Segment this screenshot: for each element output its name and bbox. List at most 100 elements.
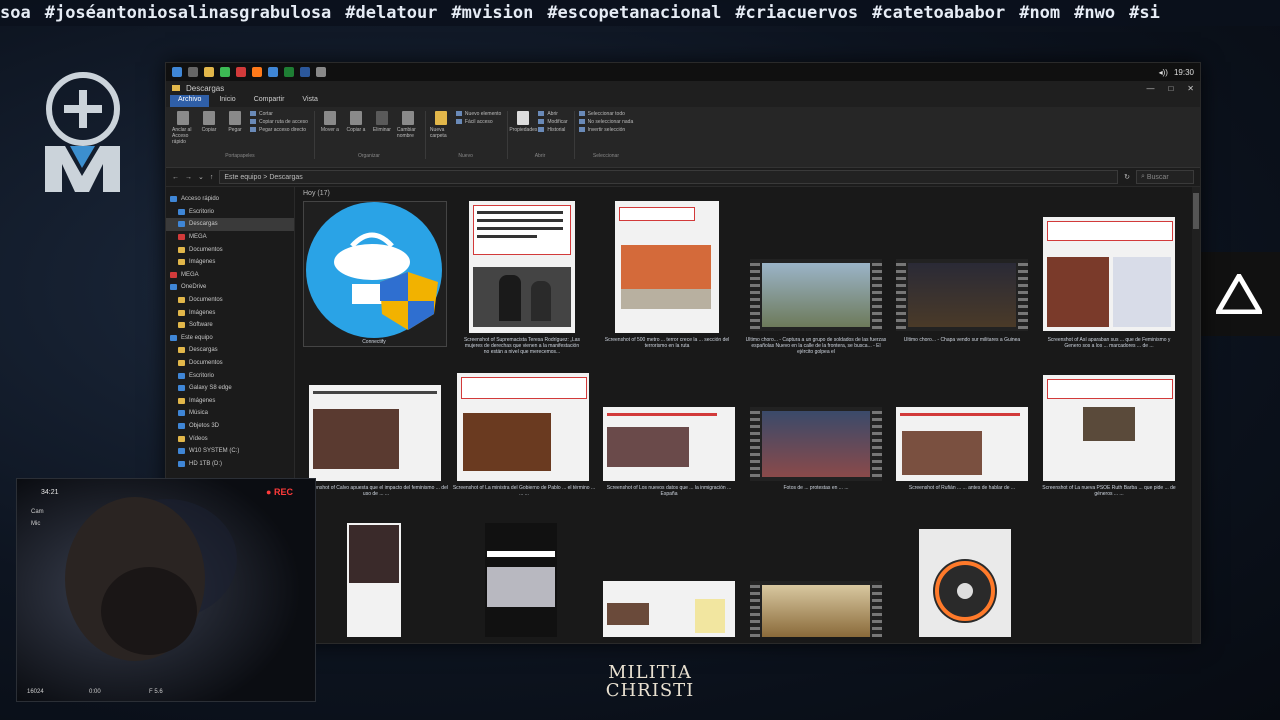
clipboard-group: Anclar al Acceso rápido Copiar Pegar Cor… — [172, 111, 315, 159]
nav-item[interactable]: Galaxy S8 edge — [166, 382, 294, 395]
nav-item[interactable]: Documentos — [166, 294, 294, 307]
select-all-button[interactable]: Seleccionar todo — [579, 111, 634, 117]
select-label: Seleccionar — [592, 153, 619, 159]
file-thumbnail[interactable] — [896, 407, 1028, 481]
easy-access-button[interactable]: Fácil acceso — [456, 119, 501, 125]
select-none-button[interactable]: No seleccionar nada — [579, 119, 634, 125]
nav-item[interactable]: Música — [166, 407, 294, 420]
refresh-icon[interactable]: ↻ — [1124, 173, 1130, 181]
new-item-button[interactable]: Nuevo elemento — [456, 111, 501, 117]
nav-item[interactable]: Vídeos — [166, 432, 294, 445]
back-icon[interactable]: ← — [172, 174, 179, 181]
file-thumbnail[interactable] — [1043, 375, 1175, 481]
copy-to-button[interactable]: Copiar a — [345, 111, 367, 139]
tab-inicio[interactable]: Inicio — [211, 95, 243, 107]
history-button[interactable]: Historial — [538, 127, 567, 133]
file-caption: Screenshot of 500 metro ... terror crece… — [604, 337, 730, 349]
nav-item[interactable]: Imágenes — [166, 256, 294, 269]
brave-icon[interactable] — [252, 67, 262, 77]
file-thumbnail[interactable] — [303, 201, 447, 347]
vertical-scrollbar[interactable] — [1192, 187, 1200, 643]
nav-item[interactable]: Este equipo — [166, 332, 294, 345]
browser-icon[interactable] — [236, 67, 246, 77]
nav-item[interactable]: Descargas — [166, 218, 294, 231]
open-button[interactable]: Abrir — [538, 111, 567, 117]
nav-item[interactable]: Imágenes — [166, 306, 294, 319]
edit-button[interactable]: Modificar — [538, 119, 567, 125]
search-input[interactable]: ⌕ Buscar — [1136, 170, 1194, 184]
up-icon[interactable]: ↑ — [210, 174, 214, 181]
explorer-taskbar-icon[interactable] — [204, 67, 214, 77]
paste-shortcut-button[interactable]: Pegar acceso directo — [250, 127, 308, 133]
nav-item[interactable]: W10 SYSTEM (C:) — [166, 445, 294, 458]
drive-icon — [178, 385, 185, 392]
folder-icon — [178, 246, 185, 253]
hashtag: #nwo — [1074, 3, 1116, 23]
nav-item[interactable]: MEGA — [166, 269, 294, 282]
nav-item[interactable]: OneDrive — [166, 281, 294, 294]
nav-item[interactable]: HD 1TB (D:) — [166, 457, 294, 470]
audio-file-icon[interactable] — [919, 529, 1011, 637]
cut-button[interactable]: Cortar — [250, 111, 308, 117]
file-thumbnail[interactable] — [469, 201, 575, 333]
video-thumbnail[interactable] — [896, 259, 1028, 331]
cam-option: Cam — [31, 509, 44, 515]
nav-item[interactable]: Acceso rápido — [166, 193, 294, 206]
file-thumbnail[interactable] — [603, 407, 735, 481]
delete-icon — [375, 111, 388, 125]
nav-item[interactable]: Objetos 3D — [166, 420, 294, 433]
invert-selection-button[interactable]: Invertir selección — [579, 127, 634, 133]
video-thumbnail[interactable] — [750, 581, 882, 637]
new-folder-button[interactable]: Nueva carpeta — [430, 111, 452, 139]
nav-item[interactable]: Documentos — [166, 357, 294, 370]
app-icon[interactable] — [316, 67, 326, 77]
app-icon[interactable] — [268, 67, 278, 77]
move-to-button[interactable]: Mover a — [319, 111, 341, 139]
start-icon[interactable] — [172, 67, 182, 77]
chevron-down-icon[interactable]: ⌄ — [198, 173, 204, 181]
file-thumbnail[interactable] — [309, 385, 441, 481]
properties-icon — [517, 111, 530, 125]
speaker-icon[interactable]: ◂)) — [1159, 68, 1168, 77]
app-icon[interactable] — [220, 67, 230, 77]
maximize-icon[interactable]: □ — [1168, 84, 1173, 93]
pin-button[interactable]: Anclar al Acceso rápido — [172, 111, 194, 145]
file-thumbnail[interactable] — [1043, 217, 1175, 331]
nav-item[interactable]: Escritorio — [166, 206, 294, 219]
nav-item[interactable]: MEGA — [166, 231, 294, 244]
copy-path-button[interactable]: Copiar ruta de acceso — [250, 119, 308, 125]
file-thumbnail[interactable] — [603, 581, 735, 637]
forward-icon[interactable]: → — [185, 174, 192, 181]
tab-compartir[interactable]: Compartir — [246, 95, 293, 107]
video-thumbnail[interactable] — [750, 407, 882, 481]
nav-item[interactable]: Descargas — [166, 344, 294, 357]
rename-button[interactable]: Cambiar nombre — [397, 111, 419, 139]
tab-archivo[interactable]: Archivo — [170, 95, 210, 107]
paste-button[interactable]: Pegar — [224, 111, 246, 145]
clock[interactable]: 19:30 — [1174, 68, 1194, 77]
properties-button[interactable]: Propiedades — [509, 111, 537, 133]
search-icon[interactable] — [188, 67, 198, 77]
file-caption: Último choro... - Captura a un grupo de … — [745, 337, 887, 355]
address-input[interactable]: Este equipo > Descargas — [219, 170, 1119, 184]
minimize-icon[interactable]: — — [1146, 84, 1154, 93]
nav-item-label: OneDrive — [181, 284, 207, 291]
tab-vista[interactable]: Vista — [294, 95, 325, 107]
nav-item[interactable]: Software — [166, 319, 294, 332]
nav-item[interactable]: Escritorio — [166, 369, 294, 382]
file-thumbnail[interactable] — [485, 523, 557, 637]
folder-icon — [178, 360, 185, 367]
excel-icon[interactable] — [284, 67, 294, 77]
new-group: Nueva carpeta Nuevo elemento Fácil acces… — [430, 111, 509, 159]
copy-button[interactable]: Copiar — [198, 111, 220, 145]
file-thumbnail[interactable] — [457, 373, 589, 481]
video-thumbnail[interactable] — [750, 259, 882, 331]
file-thumbnail[interactable] — [615, 201, 719, 333]
nav-item-label: Escritorio — [189, 208, 215, 215]
word-icon[interactable] — [300, 67, 310, 77]
nav-item[interactable]: Imágenes — [166, 395, 294, 408]
file-thumbnail[interactable] — [347, 523, 401, 637]
delete-button[interactable]: Eliminar — [371, 111, 393, 139]
close-icon[interactable]: ✕ — [1187, 84, 1194, 93]
nav-item[interactable]: Documentos — [166, 243, 294, 256]
